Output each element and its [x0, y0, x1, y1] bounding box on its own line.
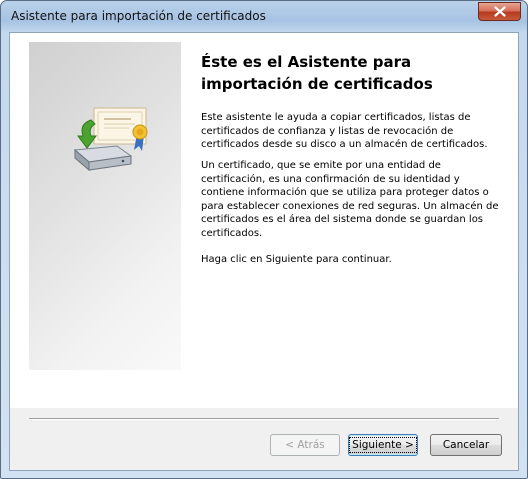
close-button[interactable]	[478, 2, 521, 21]
wizard-welcome-page: Éste es el Asistente para importación de…	[10, 33, 518, 408]
wizard-client-area: Éste es el Asistente para importación de…	[9, 32, 519, 471]
window-title: Asistente para importación de certificad…	[11, 9, 266, 23]
next-button-label: Siguiente >	[349, 437, 417, 453]
wizard-window: Asistente para importación de certificad…	[0, 0, 528, 479]
wizard-continue-paragraph: Haga clic en Siguiente para continuar.	[201, 254, 392, 265]
button-separator	[29, 418, 499, 420]
cancel-button[interactable]: Cancelar	[430, 434, 502, 456]
next-button[interactable]: Siguiente >	[348, 434, 418, 456]
wizard-side-panel	[29, 42, 181, 370]
wizard-intro-paragraph: Este asistente le ayuda a copiar certifi…	[201, 112, 488, 150]
close-icon	[493, 6, 506, 17]
wizard-certificate-paragraph: Un certificado, que se emite por una ent…	[201, 160, 499, 239]
back-button[interactable]: < Atrás	[270, 434, 340, 456]
title-bar[interactable]: Asistente para importación de certificad…	[1, 1, 527, 32]
certificate-import-icon	[73, 107, 148, 172]
wizard-heading: Éste es el Asistente para importación de…	[201, 53, 433, 93]
